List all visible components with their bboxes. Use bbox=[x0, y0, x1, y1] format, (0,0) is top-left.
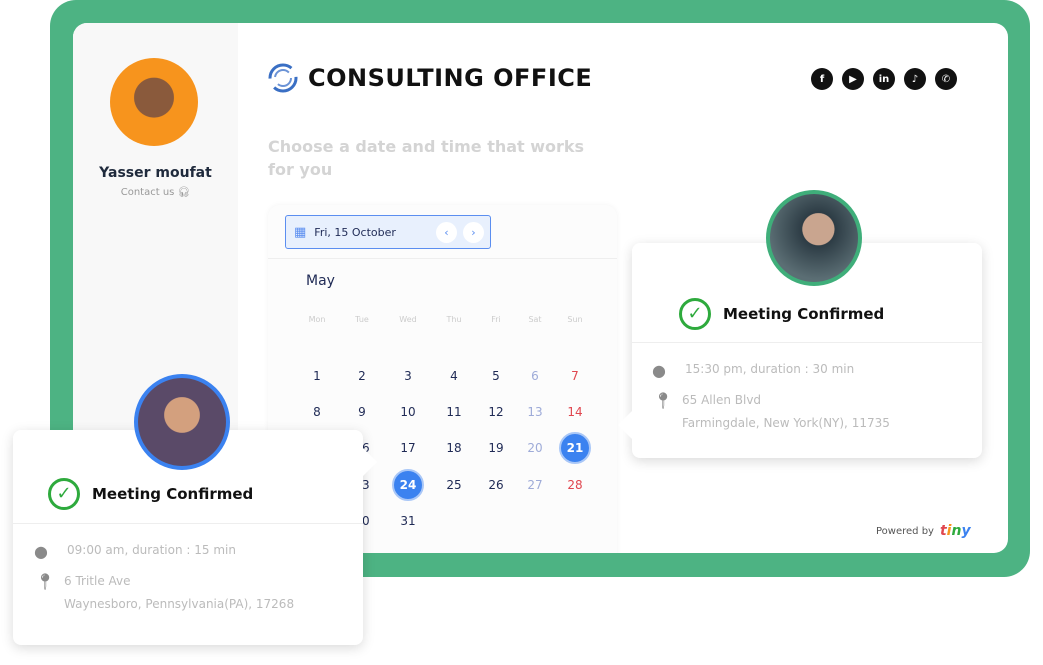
title-text: Meeting Confirmed bbox=[92, 485, 254, 503]
day-28[interactable]: 28 bbox=[559, 469, 591, 501]
host-avatar bbox=[110, 58, 198, 146]
weekday-label: Sun bbox=[567, 315, 583, 324]
weekday-label: Wed bbox=[399, 315, 417, 324]
powered-by: Powered by tiny bbox=[876, 523, 971, 539]
day-20[interactable]: 20 bbox=[519, 432, 551, 464]
headset-icon: 🎧︎ bbox=[177, 187, 191, 198]
day-24[interactable]: 24 bbox=[392, 468, 424, 501]
card-title: ✓ Meeting Confirmed bbox=[48, 478, 253, 510]
day-4[interactable]: 4 bbox=[438, 360, 470, 392]
weekday-label: Tue bbox=[355, 315, 369, 324]
day-5[interactable]: 5 bbox=[480, 360, 512, 392]
day-11[interactable]: 11 bbox=[438, 396, 470, 428]
meeting-time: 15:30 pm, duration : 30 min bbox=[685, 362, 855, 376]
next-button[interactable]: › bbox=[463, 222, 484, 243]
day-26[interactable]: 26 bbox=[480, 469, 512, 501]
powered-by-label: Powered by bbox=[876, 525, 934, 537]
weekday-label: Fri bbox=[491, 315, 501, 324]
day-25[interactable]: 25 bbox=[438, 469, 470, 501]
brand-logo-icon bbox=[268, 63, 298, 93]
attendee-avatar bbox=[134, 374, 230, 470]
day-13[interactable]: 13 bbox=[519, 396, 551, 428]
tiktok-icon[interactable]: ♪ bbox=[904, 68, 926, 90]
contact-label: Contact us bbox=[120, 187, 175, 198]
host-name: Yasser moufat bbox=[99, 165, 212, 181]
month-label: May bbox=[306, 273, 335, 289]
social-links: f ▶ in ♪ ✆ bbox=[811, 68, 957, 90]
location-pin-icon: 📍︎ bbox=[653, 391, 674, 410]
prev-button[interactable]: ‹ bbox=[436, 222, 457, 243]
address-line1: 6 Tritle Ave bbox=[64, 574, 131, 588]
card-pointer bbox=[618, 411, 632, 439]
weekday-label: Sat bbox=[528, 315, 542, 324]
youtube-icon[interactable]: ▶ bbox=[842, 68, 864, 90]
card-title: ✓ Meeting Confirmed bbox=[679, 298, 884, 330]
page-prompt: Choose a date and time that works for yo… bbox=[268, 137, 585, 179]
brand: CONSULTING OFFICE bbox=[268, 63, 592, 93]
day-18[interactable]: 18 bbox=[438, 432, 470, 464]
address-line2: Waynesboro, Pennsylvania(PA), 17268 bbox=[64, 597, 295, 611]
brand-title: CONSULTING OFFICE bbox=[308, 64, 593, 92]
address-line1: 65 Allen Blvd bbox=[682, 393, 762, 407]
day-17[interactable]: 17 bbox=[392, 432, 424, 464]
contact-us-link[interactable]: Contact us 🎧︎ bbox=[73, 187, 238, 198]
day-8[interactable]: 8 bbox=[301, 396, 333, 428]
day-7[interactable]: 7 bbox=[559, 360, 591, 392]
calendar-icon: ▦ bbox=[294, 224, 307, 240]
check-circle-icon: ✓ bbox=[679, 298, 711, 330]
day-31[interactable]: 31 bbox=[392, 505, 424, 537]
day-3[interactable]: 3 bbox=[392, 360, 424, 392]
clock-icon: ● bbox=[652, 361, 666, 380]
day-1[interactable]: 1 bbox=[301, 360, 333, 392]
title-text: Meeting Confirmed bbox=[723, 305, 885, 323]
divider bbox=[13, 523, 363, 524]
selected-date: Fri, 15 October bbox=[314, 225, 396, 239]
day-27[interactable]: 27 bbox=[519, 469, 551, 501]
clock-icon: ● bbox=[34, 542, 48, 561]
weekday-label: Thu bbox=[446, 315, 462, 324]
day-10[interactable]: 10 bbox=[392, 396, 424, 428]
day-14[interactable]: 14 bbox=[559, 396, 591, 428]
day-12[interactable]: 12 bbox=[480, 396, 512, 428]
address-line2: Farmingdale, New York(NY), 11735 bbox=[682, 416, 890, 430]
day-6[interactable]: 6 bbox=[519, 360, 551, 392]
day-21[interactable]: 21 bbox=[559, 432, 591, 465]
day-9[interactable]: 9 bbox=[346, 396, 378, 428]
facebook-icon[interactable]: f bbox=[811, 68, 833, 90]
divider bbox=[268, 258, 617, 259]
day-2[interactable]: 2 bbox=[346, 360, 378, 392]
date-selector[interactable]: ▦ Fri, 15 October ‹ › bbox=[285, 215, 491, 249]
card-pointer bbox=[363, 448, 377, 476]
meeting-time: 09:00 am, duration : 15 min bbox=[67, 543, 236, 557]
linkedin-icon[interactable]: in bbox=[873, 68, 895, 90]
check-circle-icon: ✓ bbox=[48, 478, 80, 510]
attendee-avatar bbox=[766, 190, 862, 286]
day-19[interactable]: 19 bbox=[480, 432, 512, 464]
location-pin-icon: 📍︎ bbox=[35, 572, 56, 591]
whatsapp-icon[interactable]: ✆ bbox=[935, 68, 957, 90]
divider bbox=[632, 342, 982, 343]
tiny-logo: tiny bbox=[939, 523, 971, 539]
weekday-label: Mon bbox=[308, 315, 326, 324]
